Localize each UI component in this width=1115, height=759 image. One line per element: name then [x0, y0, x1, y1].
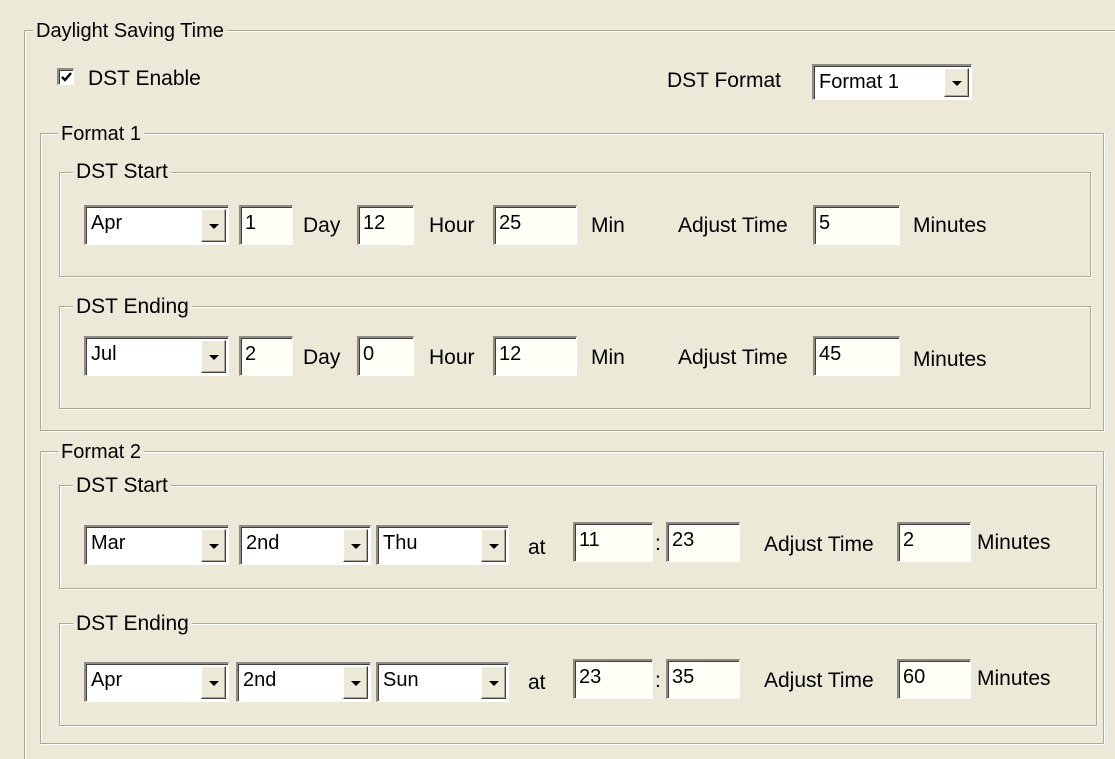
format1-start-minutes-label: Minutes [913, 214, 987, 237]
dst-format-select[interactable]: Format 1 [812, 64, 972, 100]
format1-end-month-value: Jul [91, 343, 117, 365]
chevron-down-icon [951, 80, 962, 86]
format2-end-minute-input[interactable]: 35 [666, 659, 740, 699]
format2-end-weekday-value: Sun [383, 669, 419, 691]
format2-start-adjust-label: Adjust Time [764, 533, 874, 556]
format1-end-adjust-input[interactable]: 45 [813, 336, 900, 376]
chevron-down-icon [350, 543, 361, 549]
format1-end-adjust-label: Adjust Time [678, 346, 788, 369]
format2-start-week-dropdown-button[interactable] [343, 529, 368, 562]
check-icon [61, 72, 72, 82]
format1-start-min-label: Min [591, 214, 625, 237]
format2-end-minutes-label: Minutes [977, 667, 1051, 690]
format1-start-adjust-label: Adjust Time [678, 214, 788, 237]
format1-start-adjust-input[interactable]: 5 [813, 205, 900, 245]
format1-end-min-label: Min [591, 346, 625, 369]
format1-end-day-input[interactable]: 2 [239, 336, 293, 376]
chevron-down-icon [208, 223, 219, 229]
format2-start-minutes-label: Minutes [977, 531, 1051, 554]
format2-start-weekday-dropdown-button[interactable] [481, 529, 506, 562]
dst-format-dropdown-button[interactable] [944, 68, 969, 97]
format2-end-hour-input[interactable]: 23 [573, 659, 653, 699]
format2-title: Format 2 [58, 442, 145, 462]
format1-start-day-input[interactable]: 1 [239, 205, 293, 245]
format2-start-month-value: Mar [91, 532, 126, 554]
format1-end-month-dropdown-button[interactable] [201, 340, 226, 373]
chevron-down-icon [208, 680, 219, 686]
format1-start-title: DST Start [73, 161, 171, 182]
format2-end-colon: : [655, 669, 661, 692]
format2-end-week-dropdown-button[interactable] [343, 666, 368, 699]
format2-start-month-dropdown-button[interactable] [201, 529, 226, 562]
format1-start-day-label: Day [303, 214, 341, 237]
dst-group-title: Daylight Saving Time [33, 21, 227, 41]
format1-end-day-label: Day [303, 346, 341, 369]
format1-title: Format 1 [58, 124, 145, 144]
dst-settings-page: Daylight Saving Time DST Enable DST Form… [0, 0, 1115, 759]
format2-end-weekday-select[interactable]: Sun [376, 662, 509, 702]
format2-end-month-dropdown-button[interactable] [201, 666, 226, 699]
chevron-down-icon [350, 680, 361, 686]
format2-start-month-select[interactable]: Mar [84, 525, 229, 565]
format2-end-week-select[interactable]: 2nd [236, 662, 371, 702]
chevron-down-icon [208, 543, 219, 549]
dst-enable-label[interactable]: DST Enable [88, 68, 201, 89]
chevron-down-icon [488, 543, 499, 549]
format2-start-weekday-select[interactable]: Thu [376, 525, 509, 565]
format2-start-colon: : [655, 532, 661, 555]
format2-start-minute-input[interactable]: 23 [666, 522, 740, 562]
format1-start-month-dropdown-button[interactable] [201, 209, 226, 242]
format2-start-week-select[interactable]: 2nd [239, 525, 371, 565]
format1-start-hour-label: Hour [429, 214, 475, 237]
format1-end-hour-input[interactable]: 0 [357, 336, 414, 376]
format2-end-adjust-label: Adjust Time [764, 669, 874, 692]
format2-end-weekday-dropdown-button[interactable] [481, 666, 506, 699]
format2-end-at-label: at [528, 671, 546, 694]
format2-end-week-value: 2nd [243, 669, 277, 691]
format1-start-month-value: Apr [91, 212, 123, 234]
format2-start-hour-input[interactable]: 11 [573, 522, 653, 562]
format1-end-month-select[interactable]: Jul [84, 336, 229, 376]
format2-start-week-value: 2nd [246, 532, 280, 554]
chevron-down-icon [208, 354, 219, 360]
format1-start-month-select[interactable]: Apr [84, 205, 229, 245]
format1-start-min-input[interactable]: 25 [493, 205, 577, 245]
format2-start-title: DST Start [73, 475, 171, 496]
format1-end-title: DST Ending [73, 296, 192, 317]
dst-format-value: Format 1 [819, 71, 900, 93]
format1-start-hour-input[interactable]: 12 [357, 205, 414, 245]
format2-start-weekday-value: Thu [383, 532, 418, 554]
format2-start-at-label: at [528, 536, 546, 559]
format2-end-title: DST Ending [73, 613, 192, 634]
chevron-down-icon [488, 680, 499, 686]
format2-end-month-value: Apr [91, 669, 123, 691]
dst-enable-checkbox[interactable] [57, 68, 74, 85]
format2-start-adjust-input[interactable]: 2 [897, 522, 971, 562]
format1-end-min-input[interactable]: 12 [493, 336, 577, 376]
format2-end-adjust-input[interactable]: 60 [897, 659, 971, 699]
format2-end-month-select[interactable]: Apr [84, 662, 229, 702]
format1-end-hour-label: Hour [429, 346, 475, 369]
dst-format-label: DST Format [667, 69, 781, 92]
format1-end-minutes-label: Minutes [913, 348, 987, 371]
